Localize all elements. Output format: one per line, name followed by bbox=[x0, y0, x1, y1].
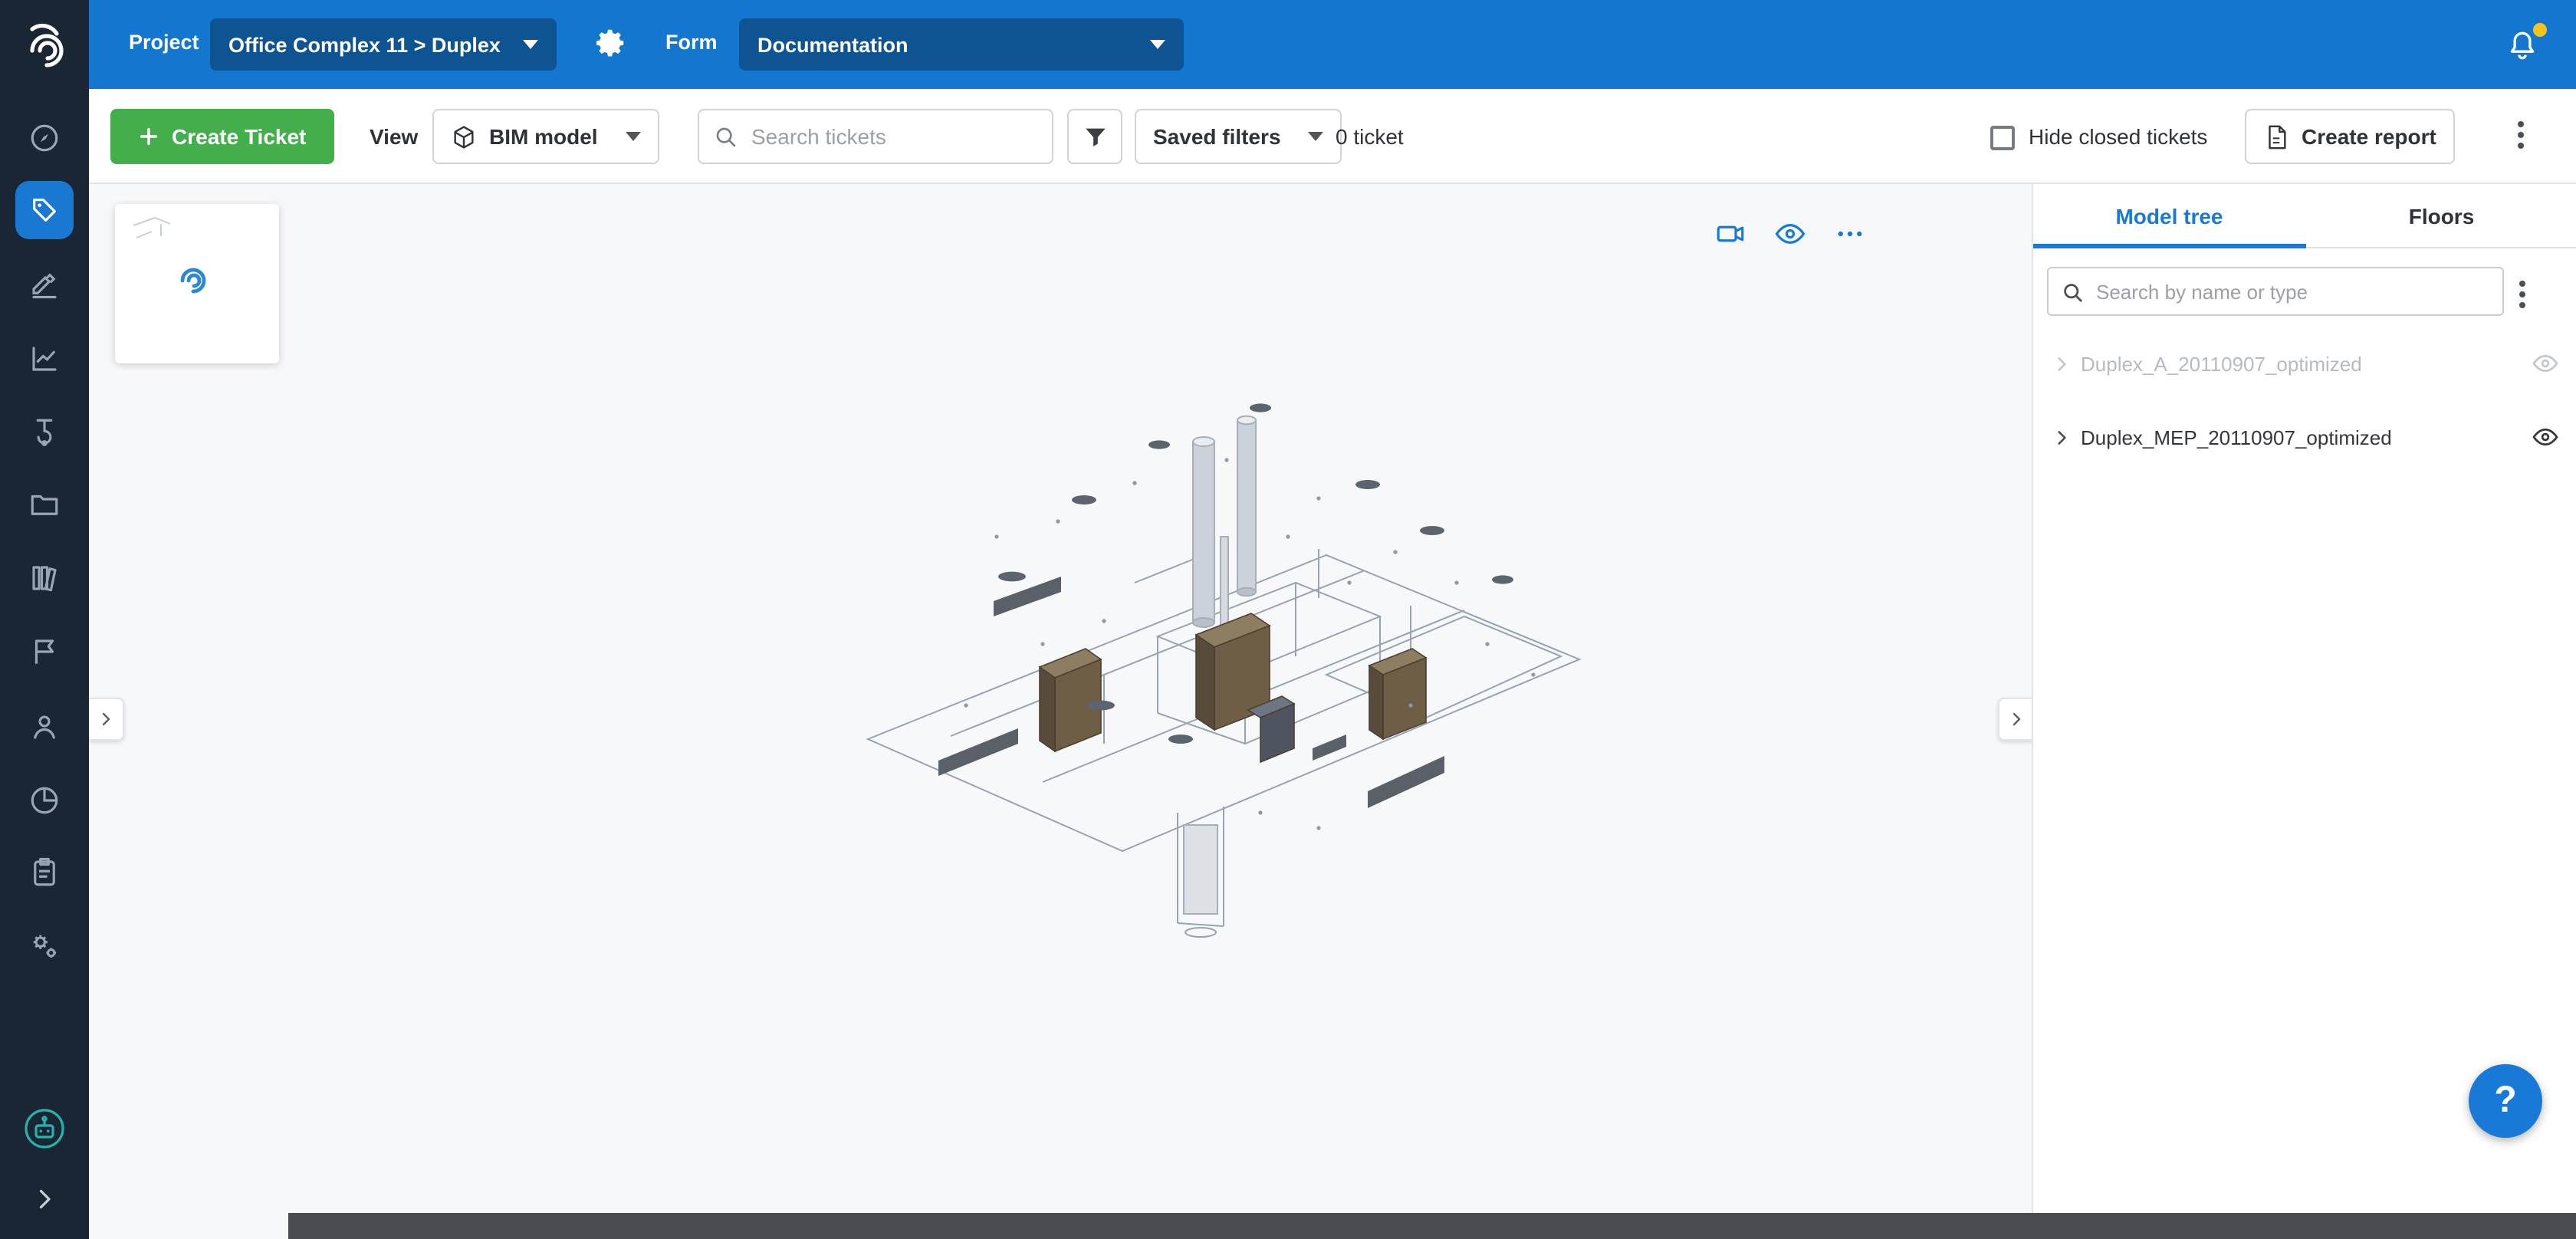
model-search-input[interactable] bbox=[2093, 278, 2490, 304]
bottom-taskbar-strip bbox=[288, 1213, 2576, 1239]
chevron-right-icon[interactable] bbox=[2052, 427, 2072, 447]
tickets-tag-icon[interactable] bbox=[15, 181, 74, 239]
view-mode-selector[interactable]: BIM model bbox=[432, 109, 659, 164]
view-label: View bbox=[370, 124, 418, 149]
cube-icon bbox=[451, 123, 477, 150]
form-label: Form bbox=[665, 31, 718, 54]
chevron-down-icon bbox=[626, 132, 641, 141]
help-label: ? bbox=[2494, 1080, 2516, 1122]
app-logo[interactable] bbox=[0, 0, 89, 89]
tree-row[interactable]: Duplex_A_20110907_optimized bbox=[2033, 337, 2576, 389]
search-icon bbox=[713, 124, 738, 149]
tree-node-label[interactable]: Duplex_A_20110907_optimized bbox=[2081, 352, 2522, 375]
funnel-icon bbox=[1082, 123, 1108, 150]
form-selector-value: Documentation bbox=[757, 33, 909, 56]
bim-3d-model[interactable] bbox=[859, 353, 1595, 958]
flag-icon[interactable] bbox=[28, 636, 61, 668]
ticket-count: 0 ticket bbox=[1336, 124, 1404, 149]
eye-icon[interactable] bbox=[2532, 350, 2559, 377]
create-ticket-label: Create Ticket bbox=[172, 124, 306, 149]
tab-model-tree[interactable]: Model tree bbox=[2033, 184, 2305, 247]
eye-icon[interactable] bbox=[2532, 423, 2559, 451]
tree-node-label[interactable]: Duplex_MEP_20110907_optimized bbox=[2081, 426, 2522, 449]
top-bar: Project Office Complex 11 > Duplex Form … bbox=[0, 0, 2576, 89]
contacts-icon[interactable] bbox=[28, 711, 61, 743]
tree-row[interactable]: Duplex_MEP_20110907_optimized bbox=[2033, 411, 2576, 463]
collapse-right-panel-button[interactable] bbox=[1998, 698, 2032, 741]
library-icon[interactable] bbox=[28, 562, 61, 594]
viewpoint-thumbnail[interactable] bbox=[115, 204, 279, 363]
notifications-button[interactable] bbox=[2505, 26, 2548, 66]
ticket-search bbox=[698, 109, 1053, 164]
saved-filters-label: Saved filters bbox=[1153, 124, 1281, 149]
chevron-down-icon bbox=[523, 40, 538, 49]
insights-icon[interactable] bbox=[28, 784, 61, 817]
gear-icon[interactable] bbox=[595, 26, 629, 60]
viewer-overlay-toolbar bbox=[1714, 218, 1866, 250]
create-ticket-button[interactable]: Create Ticket bbox=[110, 109, 334, 164]
view-mode-value: BIM model bbox=[489, 124, 598, 149]
section-camera-icon[interactable] bbox=[1714, 218, 1746, 250]
ticket-toolbar: Create Ticket View BIM model Saved f bbox=[89, 89, 2576, 184]
left-sidebar bbox=[0, 89, 89, 1239]
search-icon bbox=[2061, 280, 2084, 303]
kebab-menu-icon[interactable] bbox=[2518, 121, 2524, 149]
dashboard-icon[interactable] bbox=[28, 122, 61, 154]
folder-icon[interactable] bbox=[28, 488, 61, 521]
checklist-icon[interactable] bbox=[28, 856, 61, 889]
hide-closed-checkbox[interactable] bbox=[1990, 126, 2015, 150]
ellipsis-icon[interactable] bbox=[1834, 218, 1866, 250]
tab-model-tree-label: Model tree bbox=[2115, 203, 2223, 228]
approvals-icon[interactable] bbox=[28, 268, 61, 300]
panel-kebab-menu-icon[interactable] bbox=[2519, 281, 2525, 308]
tab-floors-label: Floors bbox=[2409, 203, 2475, 228]
panel-tabs: Model tree Floors bbox=[2033, 184, 2576, 248]
hoist-icon[interactable] bbox=[28, 416, 61, 449]
notification-dot bbox=[2533, 23, 2547, 37]
application-window: Project Office Complex 11 > Duplex Form … bbox=[0, 0, 2576, 1239]
app-logo-icon bbox=[18, 18, 71, 71]
pdf-report-icon bbox=[2263, 123, 2289, 150]
project-selector[interactable]: Office Complex 11 > Duplex bbox=[210, 18, 557, 71]
tab-floors[interactable]: Floors bbox=[2305, 184, 2576, 247]
collapse-chevron-icon[interactable] bbox=[31, 1185, 58, 1213]
expand-left-panel-button[interactable] bbox=[89, 698, 124, 741]
chevron-down-icon bbox=[1150, 40, 1165, 49]
model-search bbox=[2047, 267, 2504, 316]
integrations-icon[interactable] bbox=[28, 930, 61, 962]
model-viewport[interactable] bbox=[89, 184, 2032, 1239]
project-selector-value: Office Complex 11 > Duplex bbox=[228, 33, 501, 56]
ticket-search-input[interactable] bbox=[748, 123, 1038, 150]
help-button[interactable]: ? bbox=[2469, 1064, 2542, 1138]
create-report-label: Create report bbox=[2302, 124, 2436, 149]
hide-closed-label: Hide closed tickets bbox=[2029, 124, 2207, 149]
create-report-button[interactable]: Create report bbox=[2245, 109, 2455, 164]
saved-filters-selector[interactable]: Saved filters bbox=[1135, 109, 1342, 164]
filter-button[interactable] bbox=[1067, 109, 1122, 164]
chevron-down-icon bbox=[1309, 132, 1324, 141]
form-selector[interactable]: Documentation bbox=[739, 18, 1184, 71]
stats-icon[interactable] bbox=[28, 343, 61, 375]
eye-icon[interactable] bbox=[1774, 218, 1806, 250]
plus-icon bbox=[138, 126, 159, 147]
chevron-right-icon[interactable] bbox=[2052, 353, 2072, 373]
assistant-robot-icon[interactable] bbox=[21, 1106, 67, 1152]
project-label: Project bbox=[129, 31, 199, 54]
